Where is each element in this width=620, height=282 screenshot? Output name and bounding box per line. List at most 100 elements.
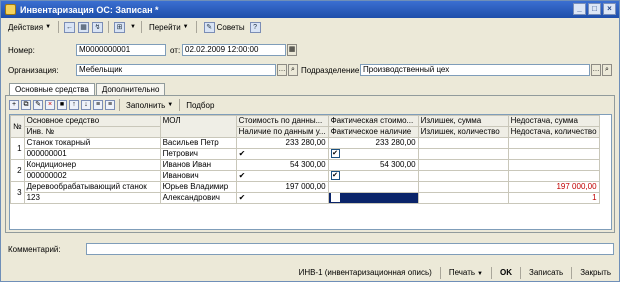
fill-menu[interactable]: Заполнить ▼ (124, 98, 175, 112)
add-row-icon[interactable]: + (9, 100, 19, 110)
col-fact-cost[interactable]: Фактическая стоимо... (327, 115, 419, 127)
table-row[interactable]: 000000002 Иванович ✔ ✔ (11, 170, 600, 182)
date-field[interactable]: 02.02.2009 12:00:00 (182, 44, 286, 56)
mol-name[interactable]: Юрьев Владимир (159, 181, 237, 193)
search-icon[interactable]: ⌕ (602, 64, 612, 76)
surplus-qty[interactable] (417, 170, 509, 182)
ellipsis-icon[interactable]: … (591, 64, 601, 76)
ellipsis-icon[interactable]: … (277, 64, 287, 76)
shortage-qty[interactable]: 1 (507, 192, 600, 204)
inv1-print-button[interactable]: ИНВ-1 (инвентаризационная опись) (295, 267, 436, 278)
table-row[interactable]: 2 Кондиционер Иванов Иван 54 300,00 54 3… (10, 159, 600, 182)
title-bar: Инвентаризация ОС: Записан * _ □ × (1, 1, 619, 18)
book-present-checkbox[interactable]: ✔ (235, 170, 329, 182)
checkbox-icon[interactable]: ✔ (330, 149, 340, 159)
move-down-icon[interactable]: ↓ (81, 100, 91, 110)
asset-name[interactable]: Станок токарный (23, 137, 161, 149)
fact-cost[interactable]: 233 280,00 (327, 137, 419, 149)
close-icon[interactable]: × (603, 3, 616, 15)
assets-table[interactable]: № Основное средство МОЛ Стоимость по дан… (9, 114, 612, 230)
chevron-down-icon: ▼ (477, 271, 483, 277)
mol-patronymic[interactable]: Петрович (159, 148, 237, 160)
book-present-checkbox[interactable]: ✔ (235, 192, 329, 204)
col-number[interactable]: № (10, 115, 25, 138)
number-field[interactable]: М0000000001 (76, 44, 166, 56)
col-mol[interactable]: МОЛ (159, 115, 237, 138)
mol-patronymic[interactable]: Иванович (159, 170, 237, 182)
close-button[interactable]: Закрыть (576, 267, 615, 278)
col-surplus-qty[interactable]: Излишек, количество (417, 126, 509, 138)
surplus-sum[interactable] (417, 181, 509, 193)
shortage-sum[interactable]: 197 000,00 (507, 181, 600, 193)
search-icon[interactable]: ⌕ (288, 64, 298, 76)
mol-patronymic[interactable]: Александрович (159, 192, 237, 204)
actions-menu[interactable]: Действия ▼ (6, 20, 53, 34)
inv-number[interactable]: 000000002 (23, 170, 161, 182)
col-asset[interactable]: Основное средство (23, 115, 161, 127)
surplus-sum[interactable] (417, 159, 509, 171)
col-shortage-qty[interactable]: Недостача, количество (507, 126, 600, 138)
fact-present-checkbox-selected[interactable] (327, 192, 419, 204)
book-cost[interactable]: 197 000,00 (235, 181, 329, 193)
table-row[interactable]: 1 Станок токарный Васильев Петр 233 280,… (10, 137, 600, 160)
col-book-present[interactable]: Наличие по данным у... (235, 126, 329, 138)
end-edit-icon[interactable]: ■ (57, 100, 67, 110)
delete-row-icon[interactable]: × (45, 100, 55, 110)
tips-button[interactable]: ✎ Советы (202, 20, 247, 34)
structure-icon[interactable]: ⊞ (114, 21, 126, 33)
asset-name[interactable]: Кондиционер (23, 159, 161, 171)
footer-divider (439, 266, 441, 279)
shortage-qty[interactable] (507, 148, 600, 160)
book-cost[interactable]: 54 300,00 (235, 159, 329, 171)
fact-cost[interactable]: 54 300,00 (327, 159, 419, 171)
document-grid-icon[interactable]: ▦ (78, 21, 90, 33)
surplus-qty[interactable] (417, 192, 509, 204)
sort-asc-icon[interactable]: ≡ (93, 100, 103, 110)
shortage-sum[interactable] (507, 159, 600, 171)
table-row[interactable]: 000000001 Петрович ✔ ✔ (11, 148, 600, 160)
back-arrow-icon[interactable]: ← (64, 21, 76, 33)
table-row[interactable]: 3 Деревообрабатывающий станок Юрьев Влад… (10, 181, 600, 204)
fact-cost[interactable] (327, 181, 419, 193)
goto-menu[interactable]: Перейти ▼ (147, 20, 191, 34)
checkbox-icon[interactable]: ✔ (330, 171, 340, 181)
select-button[interactable]: Подбор (184, 98, 216, 112)
col-book-cost[interactable]: Стоимость по данны... (235, 115, 329, 127)
inv-number[interactable]: 123 (23, 192, 161, 204)
maximize-icon[interactable]: □ (588, 3, 601, 15)
edit-row-icon[interactable]: ✎ (33, 100, 43, 110)
save-button[interactable]: Записать (525, 267, 567, 278)
fact-present-checkbox[interactable]: ✔ (327, 170, 419, 182)
mol-name[interactable]: Васильев Петр (159, 137, 237, 149)
department-field[interactable]: Производственный цех (360, 64, 590, 76)
comment-field[interactable] (86, 243, 614, 255)
post-document-icon[interactable]: ↯ (92, 21, 104, 33)
shortage-sum[interactable] (507, 137, 600, 149)
asset-name[interactable]: Деревообрабатывающий станок (23, 181, 161, 193)
col-surplus-sum[interactable]: Излишек, сумма (417, 115, 509, 127)
copy-row-icon[interactable]: ⧉ (21, 100, 31, 110)
help-button[interactable]: ? (249, 21, 261, 33)
footer-divider (491, 266, 492, 279)
calendar-icon[interactable]: ▦ (287, 44, 297, 56)
table-row[interactable]: 123 Александрович ✔ 1 (11, 192, 600, 204)
book-present-checkbox[interactable]: ✔ (235, 148, 329, 160)
organization-field[interactable]: Мебельщик (76, 64, 276, 76)
ok-button[interactable]: OK (496, 267, 516, 278)
shortage-qty[interactable] (507, 170, 600, 182)
minimize-icon[interactable]: _ (573, 3, 586, 15)
move-up-icon[interactable]: ↑ (69, 100, 79, 110)
col-shortage-sum[interactable]: Недостача, сумма (507, 115, 600, 127)
mol-name[interactable]: Иванов Иван (159, 159, 237, 171)
print-menu[interactable]: Печать ▼ (445, 267, 487, 278)
checkbox-icon[interactable] (330, 193, 340, 203)
col-inv-number[interactable]: Инв. № (23, 126, 161, 138)
inv-number[interactable]: 000000001 (23, 148, 161, 160)
surplus-sum[interactable] (417, 137, 509, 149)
sort-desc-icon[interactable]: ≡ (105, 100, 115, 110)
book-cost[interactable]: 233 280,00 (235, 137, 329, 149)
col-fact-present[interactable]: Фактическое наличие (327, 126, 419, 138)
surplus-qty[interactable] (417, 148, 509, 160)
chevron-down-icon[interactable]: ▼ (130, 24, 136, 30)
fact-present-checkbox[interactable]: ✔ (327, 148, 419, 160)
